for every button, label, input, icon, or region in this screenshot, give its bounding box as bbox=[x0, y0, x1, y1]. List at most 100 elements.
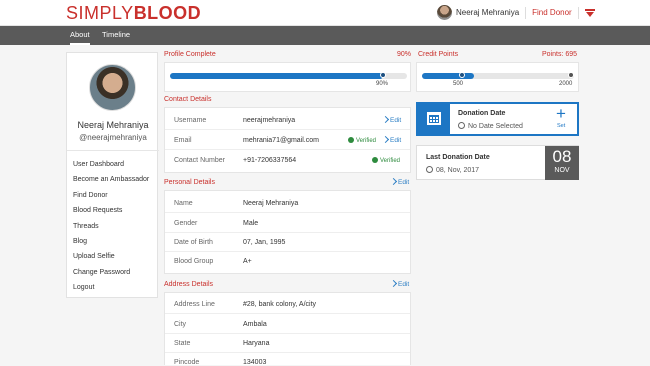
address-label-state: State bbox=[174, 340, 191, 347]
sidebar-item-find-donor[interactable]: Find Donor bbox=[73, 188, 149, 203]
pencil-icon bbox=[389, 279, 398, 288]
profile-avatar[interactable] bbox=[89, 64, 136, 111]
divider bbox=[165, 313, 410, 314]
profile-progress-label: 90% bbox=[376, 81, 389, 87]
credit-points-value: Points: 695 bbox=[542, 51, 578, 58]
profile-handle: @neerajmehraniya bbox=[79, 133, 147, 142]
pencil-icon bbox=[381, 115, 390, 124]
edit-username-link[interactable]: Edit bbox=[381, 115, 402, 124]
phone-verified-badge: Verified bbox=[372, 157, 400, 164]
set-donation-date-button[interactable]: Set bbox=[557, 123, 565, 129]
address-value-state: Haryana bbox=[243, 340, 270, 347]
last-donation-month: NOV bbox=[554, 167, 570, 174]
divider bbox=[165, 149, 410, 150]
credit-points-card: 500 2000 bbox=[416, 62, 579, 92]
logo[interactable]: SIMPLYBLOOD bbox=[66, 3, 201, 24]
contact-label-email: Email bbox=[174, 137, 192, 144]
sidebar-item-logout[interactable]: Logout bbox=[73, 280, 149, 295]
contact-label-phone: Contact Number bbox=[174, 157, 225, 164]
address-label-line: Address Line bbox=[174, 301, 215, 308]
profile-progress-bar bbox=[170, 72, 407, 79]
personal-value-gender: Male bbox=[243, 220, 259, 227]
credit-progress-bar bbox=[422, 72, 574, 79]
address-label-city: City bbox=[174, 321, 187, 328]
logo-text-blood: BLOOD bbox=[133, 3, 202, 23]
last-donation-card: Last Donation Date 08, Nov, 2017 08 NOV bbox=[416, 145, 579, 180]
edit-label: Edit bbox=[390, 137, 402, 144]
sidebar-item-change-password[interactable]: Change Password bbox=[73, 265, 149, 280]
clock-icon bbox=[426, 166, 433, 173]
donation-status-text: No Date Selected bbox=[468, 123, 523, 130]
credit-milestone-label-2000: 2000 bbox=[559, 81, 573, 87]
address-value-line: #28, bank colony, A/city bbox=[243, 301, 317, 308]
divider bbox=[165, 251, 410, 252]
personal-details-card: Name Neeraj Mehraniya Gender Male Date o… bbox=[164, 190, 411, 274]
last-donation-date-text: 08, Nov, 2017 bbox=[436, 167, 480, 174]
user-name-link[interactable]: Neeraj Mehraniya bbox=[456, 8, 519, 17]
divider bbox=[165, 232, 410, 233]
logo-text-simply: SIMPLY bbox=[66, 3, 134, 23]
last-donation-date-badge: 08 NOV bbox=[545, 146, 579, 180]
edit-label: Edit bbox=[398, 281, 410, 288]
calendar-icon-box bbox=[418, 104, 450, 134]
calendar-icon bbox=[427, 112, 441, 125]
credit-milestone-500 bbox=[459, 72, 465, 78]
tab-timeline[interactable]: Timeline bbox=[102, 26, 130, 45]
add-donation-date-icon[interactable]: + bbox=[556, 105, 566, 122]
contact-value-username: neerajmehraniya bbox=[243, 117, 296, 124]
top-bar: SIMPLYBLOOD Neeraj Mehraniya Find Donor bbox=[0, 0, 650, 26]
divider bbox=[67, 150, 159, 151]
sidebar-item-blood-requests[interactable]: Blood Requests bbox=[73, 203, 149, 218]
contact-value-phone: +91-7206337564 bbox=[243, 157, 297, 164]
edit-personal-link[interactable]: Edit bbox=[389, 177, 410, 186]
profile-name: Neeraj Mehraniya bbox=[77, 120, 149, 130]
contact-value-email: mehrania71@gmail.com bbox=[243, 137, 319, 144]
profile-complete-card: 90% bbox=[164, 62, 411, 92]
donation-date-card[interactable]: Donation Date No Date Selected + Set bbox=[416, 102, 579, 136]
donation-date-status: No Date Selected bbox=[458, 122, 523, 130]
personal-label-dob: Date of Birth bbox=[174, 239, 213, 246]
contact-details-title: Contact Details bbox=[164, 96, 212, 103]
profile-nav: About Timeline bbox=[0, 26, 650, 45]
divider bbox=[165, 212, 410, 213]
last-donation-date: 08, Nov, 2017 bbox=[426, 166, 479, 174]
personal-value-blood-group: A+ bbox=[243, 258, 252, 265]
dropdown-menu-icon[interactable] bbox=[584, 8, 595, 17]
tab-about[interactable]: About bbox=[70, 26, 90, 45]
sidebar-menu: User Dashboard Become an Ambassador Find… bbox=[73, 157, 149, 296]
divider bbox=[165, 333, 410, 334]
pencil-icon bbox=[381, 135, 390, 144]
check-icon bbox=[372, 157, 378, 163]
find-donor-link[interactable]: Find Donor bbox=[532, 8, 572, 17]
credit-milestone-2000 bbox=[568, 72, 574, 78]
address-value-city: Ambala bbox=[243, 321, 267, 328]
credit-milestone-label-500: 500 bbox=[453, 81, 464, 87]
sidebar-item-threads[interactable]: Threads bbox=[73, 219, 149, 234]
profile-complete-title: Profile Complete bbox=[164, 51, 216, 58]
pencil-icon bbox=[389, 177, 398, 186]
avatar[interactable] bbox=[437, 5, 452, 20]
edit-label: Edit bbox=[390, 117, 402, 124]
last-donation-day: 08 bbox=[552, 147, 572, 166]
edit-label: Edit bbox=[398, 179, 410, 186]
donation-date-title: Donation Date bbox=[458, 110, 506, 117]
contact-details-card: Username neerajmehraniya Edit Email mehr… bbox=[164, 107, 411, 173]
personal-label-blood-group: Blood Group bbox=[174, 258, 214, 265]
last-donation-title: Last Donation Date bbox=[426, 154, 490, 161]
divider bbox=[165, 352, 410, 353]
sidebar-item-blog[interactable]: Blog bbox=[73, 234, 149, 249]
credit-points-title: Credit Points bbox=[418, 51, 459, 58]
personal-label-gender: Gender bbox=[174, 220, 198, 227]
sidebar-item-upload-selfie[interactable]: Upload Selfie bbox=[73, 249, 149, 264]
profile-progress-fill bbox=[170, 73, 383, 79]
sidebar-item-user-dashboard[interactable]: User Dashboard bbox=[73, 157, 149, 172]
user-menu: Neeraj Mehraniya Find Donor bbox=[437, 5, 595, 20]
edit-email-link[interactable]: Edit bbox=[381, 135, 402, 144]
divider bbox=[577, 6, 579, 19]
email-verified-badge: Verified bbox=[348, 137, 376, 144]
sidebar-item-become-ambassador[interactable]: Become an Ambassador bbox=[73, 172, 149, 187]
personal-details-title: Personal Details bbox=[164, 179, 215, 186]
verified-label: Verified bbox=[356, 138, 377, 144]
edit-address-link[interactable]: Edit bbox=[389, 279, 410, 288]
address-details-title: Address Details bbox=[164, 281, 214, 288]
